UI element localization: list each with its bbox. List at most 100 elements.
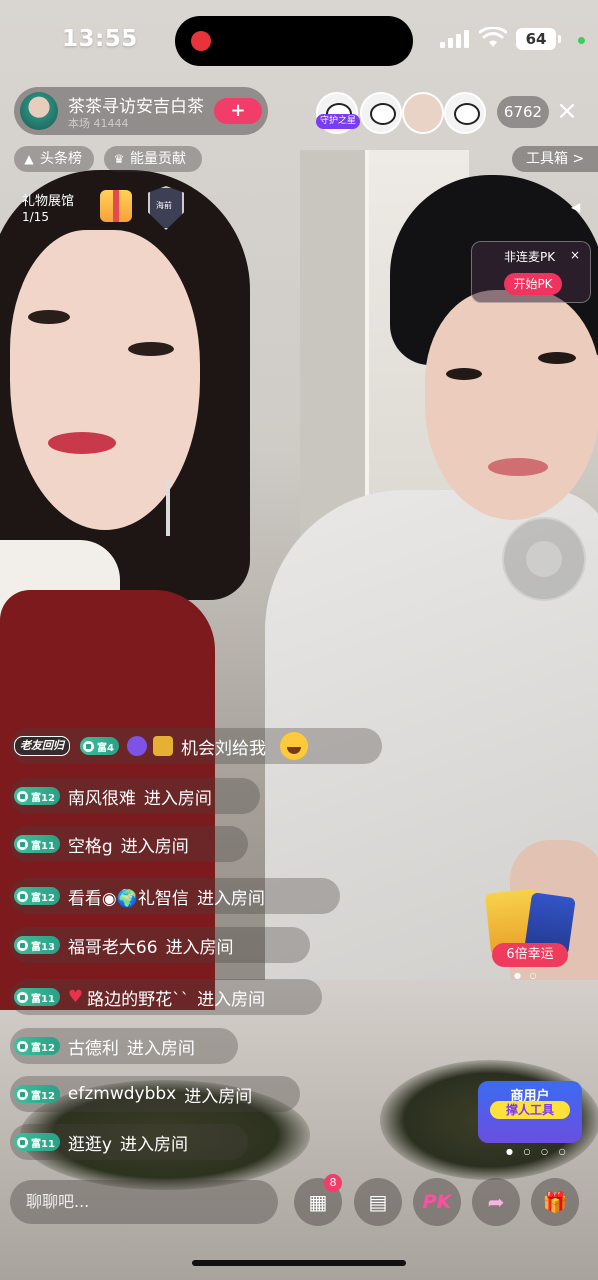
merchant-tool-card[interactable]: 商用户 撑人工具 ● ○ ○ ○ xyxy=(478,1081,582,1156)
chat-message[interactable]: 富12 古德利 进入房间 xyxy=(10,1028,238,1064)
merchant-tool-subtitle: 撑人工具 xyxy=(490,1101,570,1119)
level-badge: 富12 xyxy=(14,887,60,905)
chat-icon: ▤ xyxy=(368,1190,388,1214)
record-icon xyxy=(191,31,211,51)
chat-action: 进入房间 xyxy=(120,836,189,857)
close-icon[interactable]: × xyxy=(556,98,578,124)
chat-username[interactable]: 机会刘给我 xyxy=(181,734,266,759)
gift-box-icon: 🎁 xyxy=(542,1190,568,1214)
level-badge: 富13 xyxy=(14,936,60,954)
chat-username[interactable]: efzmwdybbx xyxy=(68,1084,176,1104)
energy-contribution-chip[interactable]: ♛ 能量贡献 xyxy=(104,146,202,172)
shield-label: 海前 xyxy=(156,201,172,210)
host-avatar[interactable] xyxy=(20,92,58,130)
viewer-avatar[interactable] xyxy=(402,92,444,134)
battery-icon: 64 xyxy=(516,28,556,50)
pk-close-icon[interactable]: × xyxy=(570,248,580,262)
gift-hall-label[interactable]: 礼物展馆 xyxy=(22,190,74,209)
host-subtitle: 本场 41444 xyxy=(68,117,129,130)
signal-icon xyxy=(440,30,470,48)
host-male-eye xyxy=(538,352,576,364)
chat-action: 进入房间 xyxy=(143,788,212,809)
host-male-face xyxy=(425,290,598,520)
pk-icon: PK xyxy=(422,1191,452,1213)
privacy-indicator xyxy=(578,37,585,44)
host-male-mouth xyxy=(488,458,548,476)
status-bar: 13:55 64 xyxy=(0,0,598,80)
level-badge: 富12 xyxy=(14,787,60,805)
carousel-dots: ● ○ ○ ○ xyxy=(506,1147,570,1156)
chat-message[interactable]: 富12 看看◉🌍礼智信 进入房间 xyxy=(10,878,340,914)
share-button[interactable]: ➦ xyxy=(472,1178,520,1226)
grin-emoji-icon xyxy=(279,732,308,760)
host-male-eye xyxy=(446,368,482,380)
collapse-icon[interactable]: ◀ xyxy=(571,200,580,214)
home-indicator[interactable] xyxy=(192,1260,406,1266)
chat-message[interactable]: 富11 空格g 进入房间 xyxy=(10,826,248,862)
chat-username[interactable]: 南风很难 xyxy=(68,784,136,809)
guard-star-tag: 守护之星 xyxy=(316,114,360,129)
pk-title: 非连麦PK xyxy=(504,250,556,264)
host-name: 茶茶寻访安吉白茶 xyxy=(68,97,204,117)
chat-message[interactable]: 富12 南风很难 进入房间 xyxy=(10,778,260,814)
chat-action: 进入房间 xyxy=(184,1086,253,1107)
pk-card: 非连麦PK × 开始PK xyxy=(471,241,591,303)
chat-action: 进入房间 xyxy=(126,1038,195,1059)
host-female-face xyxy=(10,230,200,530)
old-friend-badge: 老友回归 xyxy=(14,736,70,756)
energy-contribution-label: 能量贡献 xyxy=(130,151,186,167)
pk-button[interactable]: PK xyxy=(413,1178,461,1226)
gift-icon[interactable] xyxy=(100,190,132,222)
chat-username[interactable]: 空格g xyxy=(68,832,113,857)
chat-message[interactable]: 富11 逛逛y 进入房间 xyxy=(10,1124,248,1160)
gift-button[interactable]: 🎁 xyxy=(531,1178,579,1226)
chat-action: 进入房间 xyxy=(196,888,265,909)
chat-username[interactable]: 古德利 xyxy=(68,1034,119,1059)
chat-action: 进入房间 xyxy=(165,937,234,958)
status-time: 13:55 xyxy=(62,26,138,52)
viewer-avatar[interactable] xyxy=(360,92,402,134)
chat-action: 进入房间 xyxy=(119,1134,188,1155)
lucky-promo-card[interactable]: 6倍幸运 ● ○ xyxy=(482,885,578,980)
chat-message[interactable]: 富12 efzmwdybbx 进入房间 xyxy=(10,1076,300,1112)
chat-message[interactable]: 富13 福哥老大66 进入房间 xyxy=(10,927,310,963)
host-female-earring xyxy=(166,480,170,536)
level-badge: 富4 xyxy=(80,737,119,755)
gift-hall-page: 1/15 xyxy=(22,210,49,224)
chat-username[interactable]: 看看◉🌍礼智信 xyxy=(68,884,189,909)
floating-assist-ball[interactable] xyxy=(502,517,586,601)
carousel-dots: ● ○ xyxy=(514,971,540,980)
viewer-avatar[interactable] xyxy=(444,92,486,134)
lucky-promo-label: 6倍幸运 xyxy=(492,943,568,967)
headline-rank-chip[interactable]: ▲ 头条榜 xyxy=(14,146,94,172)
dynamic-island xyxy=(175,16,413,66)
level-badge: 富12 xyxy=(14,1037,60,1055)
chat-message[interactable]: 老友回归 富4 机会刘给我 xyxy=(10,728,382,764)
medal-icon xyxy=(152,736,173,756)
chat-username[interactable]: 福哥老大66 xyxy=(68,933,158,958)
headline-rank-label: 头条榜 xyxy=(40,151,82,167)
host-female-eye xyxy=(28,310,70,324)
host-female-mouth xyxy=(48,432,116,454)
notification-badge: 8 xyxy=(324,1174,342,1192)
level-badge: 富11 xyxy=(14,1133,60,1151)
chat-message[interactable]: 富11 ♥ 路边的野花`` 进入房间 xyxy=(10,979,322,1015)
flame-icon: ▲ xyxy=(24,152,34,166)
chat-input[interactable]: 聊聊吧... xyxy=(10,1180,278,1224)
follow-button[interactable]: + xyxy=(214,98,262,124)
share-icon: ➦ xyxy=(487,1190,505,1214)
level-badge: 富11 xyxy=(14,988,60,1006)
more-features-button[interactable]: ▦ 8 xyxy=(294,1174,342,1226)
chat-username[interactable]: 路边的野花`` xyxy=(87,985,189,1010)
crown-icon: ♛ xyxy=(113,152,125,166)
chat-username[interactable]: 逛逛y xyxy=(68,1130,112,1155)
host-info[interactable]: 茶茶寻访安吉白茶 本场 41444 + xyxy=(14,87,268,135)
heart-icon: ♥ xyxy=(67,987,84,1007)
viewer-count[interactable]: 6762 xyxy=(497,96,549,128)
host-female-eye xyxy=(128,342,174,356)
comment-button[interactable]: ▤ xyxy=(354,1178,402,1226)
chat-action: 进入房间 xyxy=(197,989,266,1010)
toolbox-button[interactable]: 工具箱 > xyxy=(512,146,598,172)
battery-tip xyxy=(558,35,561,43)
start-pk-button[interactable]: 开始PK xyxy=(504,273,562,295)
